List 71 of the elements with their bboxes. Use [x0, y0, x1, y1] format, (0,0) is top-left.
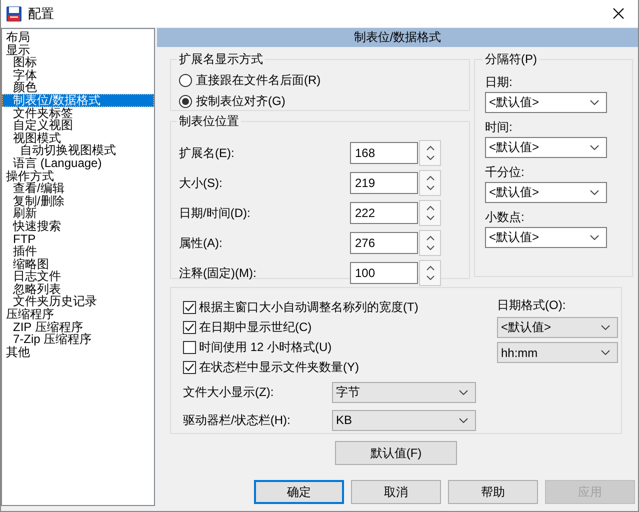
field-label: 日期: — [485, 74, 514, 88]
tree-item[interactable]: 日志文件 — [2, 270, 154, 283]
window-title: 配置 — [28, 4, 55, 22]
checkbox-option[interactable]: 时间使用 12 小时格式(U) — [183, 337, 332, 357]
spinner-icon[interactable] — [419, 140, 441, 166]
field-label: 文件大小显示(Z): — [183, 384, 275, 400]
dropdown[interactable]: 字节 — [332, 382, 476, 402]
tree-item[interactable]: 视图模式 — [2, 132, 154, 144]
panel-header: 制表位/数据格式 — [157, 28, 638, 47]
checkbox-option[interactable]: 根据主窗口大小自动调整名称列的宽度(T) — [183, 297, 418, 317]
tree-item[interactable]: 复制/删除 — [2, 194, 154, 208]
tree-item[interactable]: 文件夹标签 — [2, 106, 154, 120]
tree-item[interactable]: 语言 (Language) — [2, 156, 154, 170]
tree-item[interactable]: 忽略列表 — [2, 282, 154, 296]
spinner-icon[interactable] — [419, 260, 441, 286]
field-label: 驱动器栏/状态栏(H): — [183, 412, 292, 428]
tree-item[interactable]: 制表位/数据格式 — [2, 94, 154, 107]
tree-item[interactable]: 压缩程序 — [2, 308, 154, 321]
tree-item[interactable]: 缩略图 — [2, 258, 154, 270]
defaults-button[interactable]: 默认值(F) — [335, 441, 457, 465]
dropdown[interactable]: <默认值> — [485, 227, 607, 248]
field-label: 时间: — [485, 119, 514, 133]
dialog-button[interactable]: 帮助 — [448, 480, 538, 504]
dropdown[interactable]: KB — [332, 410, 476, 430]
field-label: 日期格式(O): — [497, 297, 567, 313]
number-field[interactable]: 222 — [350, 202, 418, 224]
field-label: 扩展名(E): — [179, 144, 236, 162]
checkbox-option[interactable]: 在日期中显示世纪(C) — [183, 317, 312, 337]
dropdown[interactable]: <默认值> — [485, 182, 607, 203]
tree-item[interactable]: 查看/编辑 — [2, 182, 154, 195]
group-title: 扩展名显示方式 — [178, 51, 264, 68]
tree-item[interactable]: FTP — [2, 232, 154, 246]
tree-item[interactable]: 刷新 — [2, 207, 154, 220]
dialog-button[interactable]: 取消 — [351, 480, 441, 504]
tree-item[interactable]: 文件夹历史记录 — [2, 295, 154, 308]
tree-item[interactable]: ZIP 压缩程序 — [2, 320, 154, 334]
field-label: 注释(固定)(M): — [179, 264, 258, 282]
checkbox-option[interactable]: 在状态栏中显示文件夹数量(Y) — [183, 357, 359, 377]
group-title: 制表位位置 — [178, 113, 240, 130]
field-label: 属性(A): — [179, 234, 224, 252]
tree-item[interactable]: 7-Zip 压缩程序 — [2, 333, 154, 346]
number-field[interactable]: 219 — [350, 172, 418, 194]
number-field[interactable]: 168 — [350, 142, 418, 164]
tree-item[interactable]: 自动切换视图模式 — [2, 144, 154, 157]
field-label: 大小(S): — [179, 174, 224, 192]
tree-item[interactable]: 操作方式 — [2, 170, 154, 182]
tree-item[interactable]: 插件 — [2, 245, 154, 258]
tree-item[interactable]: 字体 — [2, 68, 154, 82]
number-field[interactable]: 276 — [350, 232, 418, 254]
number-field[interactable]: 100 — [350, 262, 418, 284]
tree-item[interactable]: 其他 — [2, 346, 154, 358]
dropdown[interactable]: <默认值> — [485, 92, 607, 113]
spinner-icon[interactable] — [419, 200, 441, 226]
field-label: 小数点: — [485, 209, 526, 223]
dropdown[interactable]: <默认值> — [485, 137, 607, 158]
tree-item[interactable]: 快速搜索 — [2, 220, 154, 232]
dropdown[interactable]: <默认值> — [497, 317, 618, 338]
tree-item[interactable]: 自定义视图 — [2, 119, 154, 132]
spinner-icon[interactable] — [419, 170, 441, 196]
dropdown[interactable]: hh:mm — [497, 342, 618, 363]
radio-option[interactable]: 按制表位对齐(G) — [179, 91, 286, 112]
tree-item[interactable]: 布局 — [2, 31, 154, 44]
group-title: 分隔符(P) — [484, 51, 538, 68]
radio-option[interactable]: 直接跟在文件名后面(R) — [179, 70, 321, 91]
tree-item[interactable]: 图标 — [2, 56, 154, 69]
spinner-icon[interactable] — [419, 230, 441, 256]
tree-item[interactable]: 颜色 — [2, 81, 154, 94]
dialog-button[interactable]: 确定 — [254, 480, 344, 504]
tree-item[interactable]: 显示 — [2, 44, 154, 56]
field-label: 千分位: — [485, 164, 526, 178]
field-label: 日期/时间(D): — [179, 204, 252, 222]
